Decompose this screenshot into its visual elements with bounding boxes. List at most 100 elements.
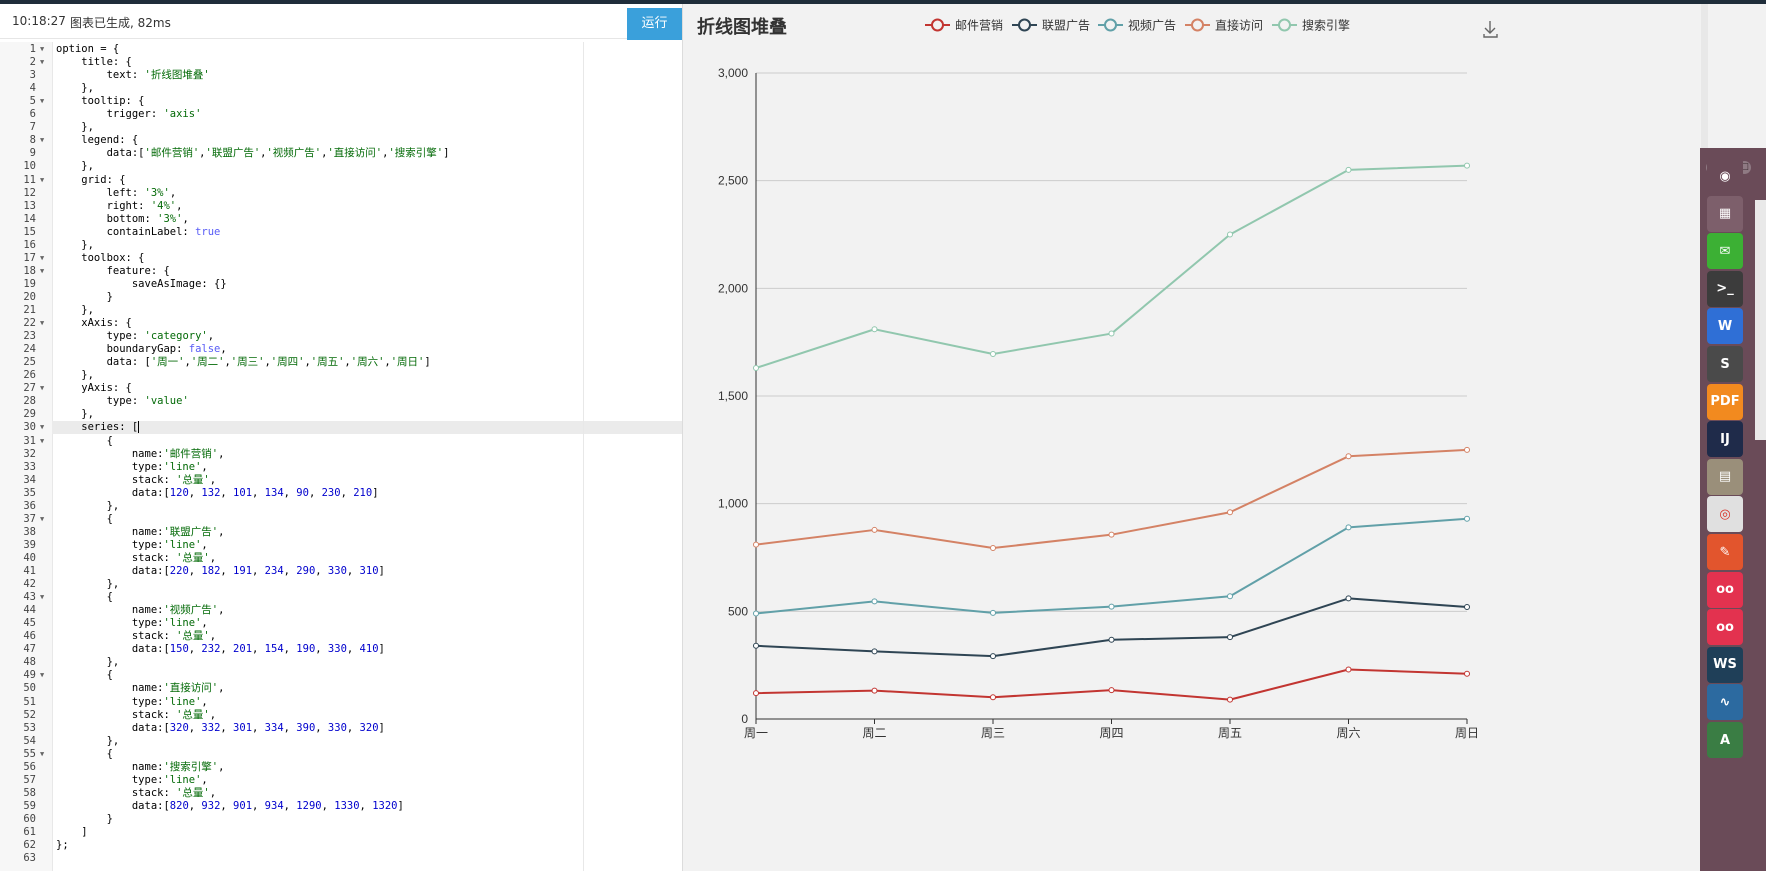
data-point[interactable] [1227, 231, 1233, 238]
line-number: 60 [23, 812, 36, 825]
code-token: 'category' [144, 330, 208, 343]
sublime-text-icon[interactable]: S [1707, 346, 1743, 382]
fold-toggle-icon[interactable]: ▼ [40, 265, 48, 278]
code-token: { [56, 434, 113, 447]
data-point[interactable] [753, 365, 759, 372]
data-point[interactable] [1108, 330, 1115, 337]
data-point[interactable] [990, 609, 996, 616]
line-number: 61 [23, 826, 36, 838]
legend-label[interactable]: 联盟广告 [1042, 19, 1090, 33]
terminal-icon[interactable]: >_ [1707, 270, 1743, 307]
legend-marker[interactable] [1191, 18, 1204, 32]
webstorm-icon[interactable]: WS [1707, 646, 1743, 683]
chrome-icon[interactable]: ◎ [1707, 496, 1743, 533]
legend-marker[interactable] [1018, 18, 1031, 32]
fold-toggle-icon[interactable]: ▼ [40, 43, 48, 56]
data-point[interactable] [753, 690, 759, 697]
legend-marker[interactable] [931, 18, 944, 32]
code-token: 210 [353, 486, 373, 499]
fold-toggle-icon[interactable]: ▼ [40, 95, 48, 108]
files-icon[interactable]: ▤ [1707, 458, 1743, 495]
data-point[interactable] [1464, 446, 1470, 453]
data-point[interactable] [871, 526, 878, 533]
ubuntu-logo-icon[interactable]: ◉ [1707, 158, 1743, 194]
workspace-switcher-icon[interactable]: ▦ [1707, 195, 1743, 232]
code-token: option = { [56, 43, 120, 55]
data-point[interactable] [990, 694, 996, 701]
fold-toggle-icon[interactable]: ▼ [40, 382, 48, 395]
code-line: type:'line', [56, 461, 208, 474]
line-number: 48 [23, 656, 36, 669]
data-point[interactable] [1345, 595, 1352, 602]
data-point[interactable] [1345, 524, 1352, 531]
code-line: ] [56, 826, 87, 839]
code-text-area[interactable]: option = { title: { text: '折线图堆叠' }, too… [52, 42, 682, 871]
fold-toggle-icon[interactable]: ▼ [40, 174, 48, 187]
legend-label[interactable]: 搜索引擎 [1302, 18, 1350, 33]
code-line: }, [56, 656, 120, 669]
data-point[interactable] [1464, 604, 1470, 611]
fold-toggle-icon[interactable]: ▼ [40, 513, 48, 526]
settings-tool-icon[interactable]: ✎ [1707, 534, 1743, 570]
android-studio-icon[interactable]: A [1707, 722, 1743, 758]
data-point[interactable] [1108, 603, 1115, 610]
legend-label[interactable]: 邮件营销 [955, 19, 1003, 33]
data-point[interactable] [990, 653, 996, 660]
data-point[interactable] [871, 326, 878, 333]
line-number: 11 [23, 173, 36, 186]
code-token: ] [443, 147, 450, 160]
flickr-like-icon-1[interactable]: oo [1707, 571, 1743, 608]
data-point[interactable] [1108, 531, 1115, 538]
data-point[interactable] [1227, 509, 1233, 516]
data-point[interactable] [1108, 687, 1115, 694]
data-point[interactable] [990, 545, 996, 552]
fold-toggle-icon[interactable]: ▼ [40, 435, 48, 448]
data-point[interactable] [1227, 593, 1233, 600]
system-monitor-icon[interactable]: ∿ [1707, 684, 1743, 721]
data-point[interactable] [1345, 453, 1352, 460]
line-number: 3 [29, 69, 36, 82]
run-button[interactable]: 运行 [627, 8, 682, 40]
line-number: 43 [23, 591, 36, 604]
data-point[interactable] [753, 610, 759, 617]
code-token: '邮件营销' [144, 147, 200, 160]
code-token: bottom: [56, 212, 158, 225]
data-point[interactable] [871, 687, 878, 694]
line-number: 39 [23, 538, 36, 551]
data-point[interactable] [871, 598, 878, 605]
data-point[interactable] [1464, 515, 1470, 522]
data-point[interactable] [1345, 166, 1352, 173]
code-token: }, [56, 734, 120, 747]
data-point[interactable] [1345, 666, 1352, 673]
legend-marker[interactable] [1278, 18, 1291, 32]
fold-toggle-icon[interactable]: ▼ [40, 134, 48, 147]
download-icon[interactable] [1483, 21, 1498, 38]
code-line: option = { [56, 43, 119, 56]
data-point[interactable] [753, 541, 759, 548]
fold-toggle-icon[interactable]: ▼ [40, 252, 48, 265]
wps-writer-icon[interactable]: W [1707, 308, 1743, 345]
flickr-like-icon-2[interactable]: oo [1707, 609, 1743, 646]
data-point[interactable] [1108, 636, 1115, 643]
legend-label[interactable]: 视频广告 [1128, 18, 1176, 33]
fold-toggle-icon[interactable]: ▼ [40, 421, 48, 434]
fold-toggle-icon[interactable]: ▼ [40, 317, 48, 330]
data-point[interactable] [990, 351, 996, 358]
fold-toggle-icon[interactable]: ▼ [40, 669, 48, 682]
data-point[interactable] [1464, 162, 1470, 169]
data-point[interactable] [1227, 696, 1233, 703]
data-point[interactable] [753, 642, 759, 649]
fold-toggle-icon[interactable]: ▼ [40, 748, 48, 761]
code-line: { [56, 435, 113, 448]
fold-toggle-icon[interactable]: ▼ [40, 591, 48, 604]
data-point[interactable] [1227, 634, 1233, 641]
data-point[interactable] [871, 648, 878, 655]
legend-marker[interactable] [1104, 18, 1117, 32]
legend-label[interactable]: 直接访问 [1215, 18, 1263, 33]
code-token: 410 [359, 643, 379, 656]
data-point[interactable] [1464, 670, 1470, 677]
fold-toggle-icon[interactable]: ▼ [40, 56, 48, 69]
wechat-icon[interactable]: ✉ [1707, 233, 1743, 270]
pdf-reader-icon[interactable]: PDF [1707, 383, 1743, 420]
intellij-idea-icon[interactable]: IJ [1707, 421, 1743, 458]
